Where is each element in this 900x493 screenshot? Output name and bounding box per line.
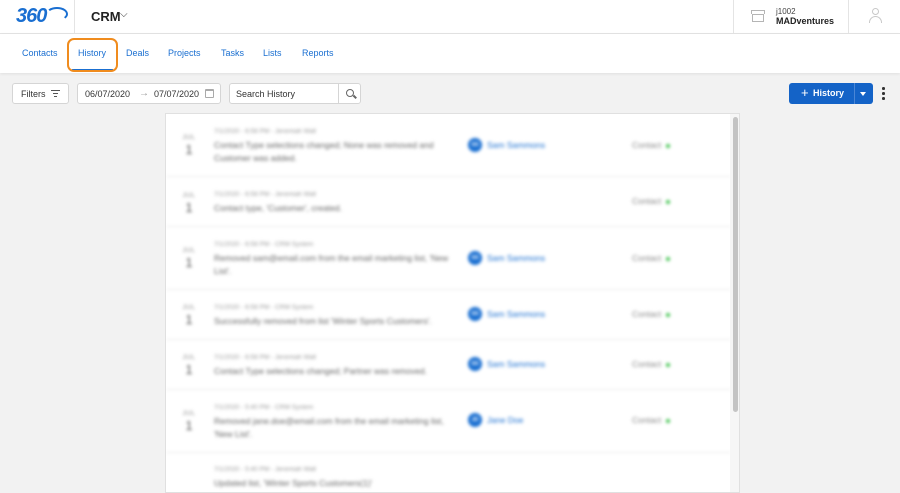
row-day: 1 [185, 142, 193, 157]
row-description: Contact Type selections changed; None wa… [214, 140, 434, 163]
row-description: Contact Type selections changed; Partner… [214, 366, 427, 376]
row-day: 1 [185, 255, 193, 270]
history-row[interactable]: JUL 1 7/1/2020 - 6:58 PM - Jeremiah Wall… [166, 177, 731, 227]
tab-projects[interactable]: Projects [168, 48, 201, 58]
divider [854, 83, 855, 104]
status-dot [666, 419, 670, 423]
row-meta: 7/1/2020 - 6:58 PM - Jeremiah Wall [214, 128, 316, 135]
person-name[interactable]: Sam Sammons [487, 359, 545, 369]
row-type: Contact [632, 253, 662, 263]
row-day: 1 [185, 418, 193, 433]
person-name[interactable]: Jane Doe [487, 415, 523, 425]
row-month: JUL [182, 354, 196, 361]
row-meta: 7/1/2020 - 6:58 PM - CRM System [214, 241, 314, 248]
row-meta: 7/1/2020 - 5:40 PM - Jeremiah Wall [214, 466, 316, 473]
calendar-icon[interactable] [205, 89, 214, 98]
divider [733, 0, 734, 34]
row-type: Contact [632, 359, 662, 369]
row-month: JUL [182, 410, 196, 417]
history-row[interactable]: JUL 1 7/1/2020 - 6:58 PM - Jeremiah Wall… [166, 340, 731, 390]
filters-button[interactable]: Filters [12, 83, 69, 104]
row-meta: 7/1/2020 - 6:58 PM - Jeremiah Wall [214, 354, 316, 361]
more-vertical-icon[interactable] [880, 87, 886, 101]
row-type: Contact [632, 140, 662, 150]
status-dot [666, 144, 670, 148]
search-box [229, 83, 361, 104]
highlight-annotation [67, 38, 118, 72]
avatar: SS [468, 307, 482, 321]
row-month: JUL [182, 304, 196, 311]
row-day: 1 [185, 312, 193, 327]
logo-swoosh [46, 7, 68, 21]
user-icon[interactable] [868, 8, 882, 24]
avatar: SS [468, 357, 482, 371]
add-history-label: History [813, 88, 845, 98]
row-description: Contact type, 'Customer', created. [214, 203, 342, 213]
divider [338, 84, 339, 103]
status-dot [666, 200, 670, 204]
person-name[interactable]: Sam Sammons [487, 253, 545, 263]
search-icon[interactable] [346, 89, 354, 97]
row-type: Contact [632, 196, 662, 206]
filter-icon [51, 90, 60, 97]
top-bar: 360 CRM ⌵ j1002 MADventures [0, 0, 900, 34]
row-description: Successfully removed from list 'Winter S… [214, 316, 432, 326]
store-icon[interactable] [751, 10, 765, 22]
date-end[interactable]: 07/07/2020 [154, 89, 199, 99]
row-month: JUL [182, 247, 196, 254]
app-switcher-label[interactable]: CRM [91, 9, 121, 24]
row-day: 1 [185, 362, 193, 377]
tab-reports[interactable]: Reports [302, 48, 334, 58]
filters-label: Filters [21, 89, 46, 99]
caret-down-icon[interactable] [860, 92, 866, 96]
row-meta: 7/1/2020 - 5:40 PM - CRM System [214, 404, 314, 411]
row-description: Updated list, 'Winter Sports Customers(1… [214, 478, 373, 488]
tab-tasks[interactable]: Tasks [221, 48, 244, 58]
scrollbar-thumb[interactable] [733, 117, 738, 412]
history-list: JUL 1 7/1/2020 - 6:58 PM - Jeremiah Wall… [165, 113, 740, 493]
divider [74, 0, 75, 34]
avatar: JD [468, 413, 482, 427]
date-range-picker[interactable]: 06/07/2020 → 07/07/2020 [77, 83, 221, 104]
history-row[interactable]: JUL 1 7/1/2020 - 6:58 PM - CRM System Su… [166, 290, 731, 340]
history-row[interactable]: JUL 1 7/1/2020 - 6:58 PM - CRM System Re… [166, 227, 731, 290]
tab-lists[interactable]: Lists [263, 48, 282, 58]
account-name[interactable]: MADventures [776, 16, 834, 26]
status-dot [666, 363, 670, 367]
status-dot [666, 313, 670, 317]
divider [848, 0, 849, 34]
history-row[interactable]: JUL 1 7/1/2020 - 5:40 PM - CRM System Re… [166, 390, 731, 453]
person-name[interactable]: Sam Sammons [487, 309, 545, 319]
company-logo[interactable]: 360 [16, 5, 68, 27]
row-meta: 7/1/2020 - 6:58 PM - CRM System [214, 304, 314, 311]
avatar: SS [468, 138, 482, 152]
tab-deals[interactable]: Deals [126, 48, 149, 58]
plus-icon: + [801, 85, 809, 100]
date-start[interactable]: 06/07/2020 [85, 89, 130, 99]
row-type: Contact [632, 309, 662, 319]
row-description: Removed jane.doe@email.com from the emai… [214, 416, 444, 439]
row-day: 1 [185, 200, 193, 215]
avatar: SS [468, 251, 482, 265]
tab-contacts[interactable]: Contacts [22, 48, 58, 58]
person-name[interactable]: Sam Sammons [487, 140, 545, 150]
history-row[interactable]: 7/1/2020 - 5:40 PM - Jeremiah Wall Updat… [166, 453, 731, 492]
row-month: JUL [182, 192, 196, 199]
row-month: JUL [182, 134, 196, 141]
add-history-split-button: + History [789, 83, 873, 104]
search-input[interactable] [230, 84, 339, 103]
tab-bar: Contacts History Deals Projects Tasks Li… [0, 34, 900, 73]
status-dot [666, 257, 670, 261]
add-history-button[interactable]: + History [789, 83, 854, 104]
account-id[interactable]: j1002 [776, 7, 796, 16]
row-description: Removed sam@email.com from the email mar… [214, 253, 449, 276]
row-meta: 7/1/2020 - 6:58 PM - Jeremiah Wall [214, 191, 316, 198]
logo-text: 360 [16, 5, 47, 27]
chevron-down-icon[interactable]: ⌵ [120, 9, 128, 20]
row-type: Contact [632, 415, 662, 425]
arrow-right-icon: → [139, 88, 149, 99]
history-row[interactable]: JUL 1 7/1/2020 - 6:58 PM - Jeremiah Wall… [166, 114, 731, 177]
